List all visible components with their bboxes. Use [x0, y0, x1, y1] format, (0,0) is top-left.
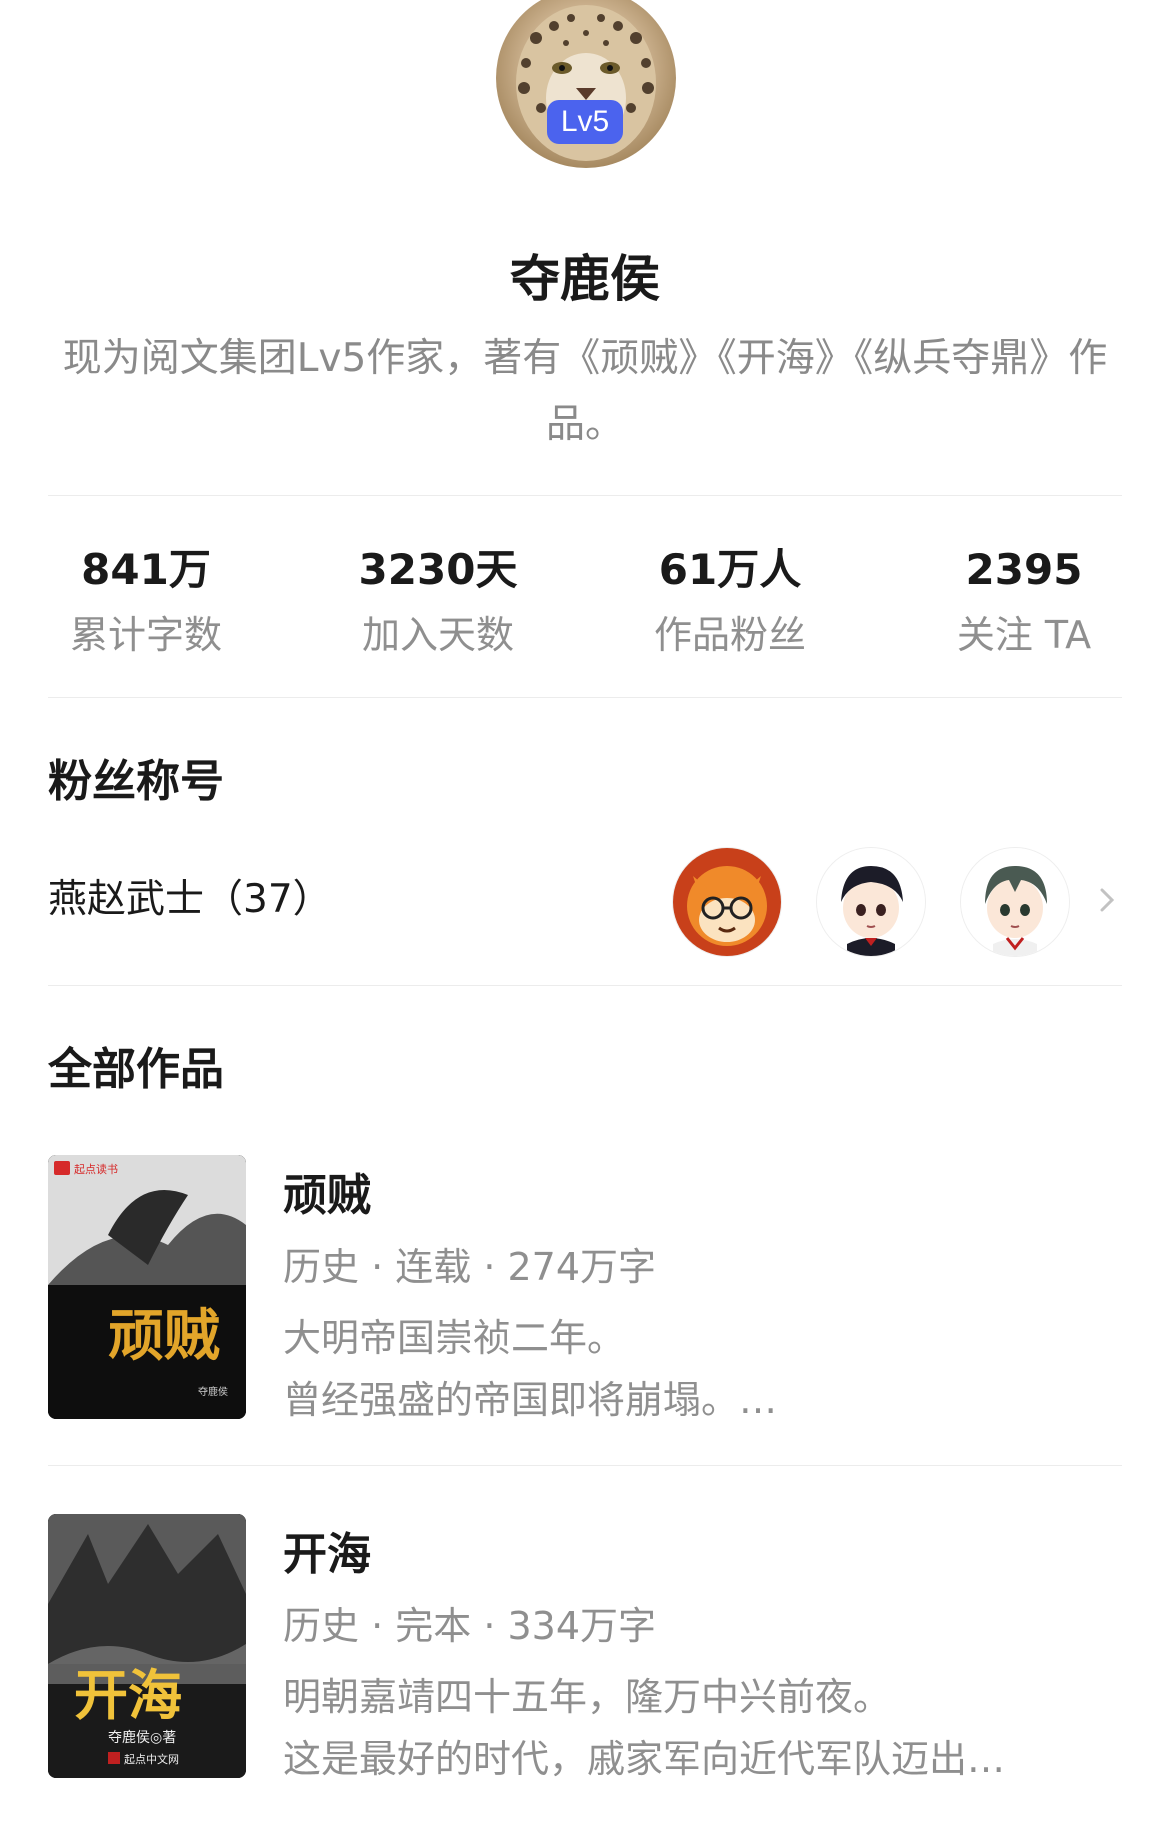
- work-title: 开海: [283, 1529, 371, 1580]
- author-name: 夺鹿侯: [510, 250, 660, 308]
- stat-value: 3230天: [358, 545, 518, 594]
- book-cover: 开海 夺鹿侯◎著 起点中文网: [48, 1514, 246, 1778]
- chevron-right-icon[interactable]: [1096, 884, 1120, 916]
- divider: [48, 697, 1122, 698]
- anime-boy-avatar-2-icon: [960, 847, 1070, 957]
- stat-value: 2395: [965, 545, 1083, 594]
- cover-title: 顽贼: [108, 1303, 220, 1369]
- stat-label: 加入天数: [361, 613, 514, 657]
- book-cover: 起点读书 顽贼 夺鹿侯: [48, 1155, 246, 1419]
- work-description: 明朝嘉靖四十五年，隆万中兴前夜。 这是最好的时代，戚家军向近代军队迈出…: [283, 1666, 1103, 1790]
- fan-section-title: 粉丝称号: [48, 756, 224, 807]
- work-description: 大明帝国崇祯二年。 曾经强盛的帝国即将崩塌。…: [283, 1307, 1103, 1431]
- cover-author: 夺鹿侯: [198, 1385, 228, 1398]
- fan-title-label: 燕赵武士（37）: [48, 877, 332, 922]
- work-title: 顽贼: [283, 1170, 371, 1221]
- stat-value: 61万人: [658, 545, 802, 594]
- anime-boy-avatar-icon: [816, 847, 926, 957]
- fox-avatar-icon: [672, 847, 782, 957]
- author-stats: 841万 累计字数 3230天 加入天数 61万人 作品粉丝 2395 关注 T…: [0, 540, 1170, 670]
- stat-label: 作品粉丝: [653, 613, 806, 657]
- fan-title-row[interactable]: 燕赵武士（37）: [0, 840, 1170, 960]
- works-section-title: 全部作品: [48, 1044, 224, 1095]
- stat-label: 关注 TA: [956, 613, 1092, 657]
- level-badge: Lv5: [547, 100, 623, 144]
- cover-badge: 起点读书: [74, 1162, 118, 1176]
- work-meta: 历史 · 完本 · 334万字: [283, 1604, 657, 1648]
- cover-title: 开海: [74, 1663, 182, 1727]
- stat-word-count[interactable]: 841万 累计字数: [0, 540, 292, 666]
- work-item[interactable]: 起点读书 顽贼 夺鹿侯 顽贼 历史 · 连载 · 274万字 大明帝国崇祯二年。…: [0, 1155, 1170, 1425]
- work-desc-line: 明朝嘉靖四十五年，隆万中兴前夜。: [283, 1675, 892, 1719]
- stat-fans[interactable]: 61万人 作品粉丝: [584, 540, 876, 666]
- stat-days-joined[interactable]: 3230天 加入天数: [292, 540, 584, 666]
- work-meta: 历史 · 连载 · 274万字: [283, 1245, 657, 1289]
- stat-following[interactable]: 2395 关注 TA: [878, 540, 1170, 666]
- divider: [48, 1465, 1122, 1466]
- cover-publisher: 起点中文网: [124, 1752, 179, 1766]
- work-desc-line: 这是最好的时代，戚家军向近代军队迈出…: [283, 1737, 1006, 1781]
- cover-author: 夺鹿侯◎著: [108, 1729, 176, 1746]
- work-item[interactable]: 开海 夺鹿侯◎著 起点中文网 开海 历史 · 完本 · 334万字 明朝嘉靖四十…: [0, 1514, 1170, 1784]
- divider: [48, 495, 1122, 496]
- stat-label: 累计字数: [69, 613, 222, 657]
- work-desc-line: 曾经强盛的帝国即将崩塌。…: [283, 1378, 778, 1422]
- author-bio: 现为阅文集团Lv5作家，著有《顽贼》《开海》《纵兵夺鼎》作品。: [62, 336, 1108, 447]
- stat-value: 841万: [81, 545, 211, 594]
- divider: [48, 985, 1122, 986]
- work-desc-line: 大明帝国崇祯二年。: [283, 1316, 626, 1360]
- author-avatar[interactable]: Lv5: [496, 0, 676, 168]
